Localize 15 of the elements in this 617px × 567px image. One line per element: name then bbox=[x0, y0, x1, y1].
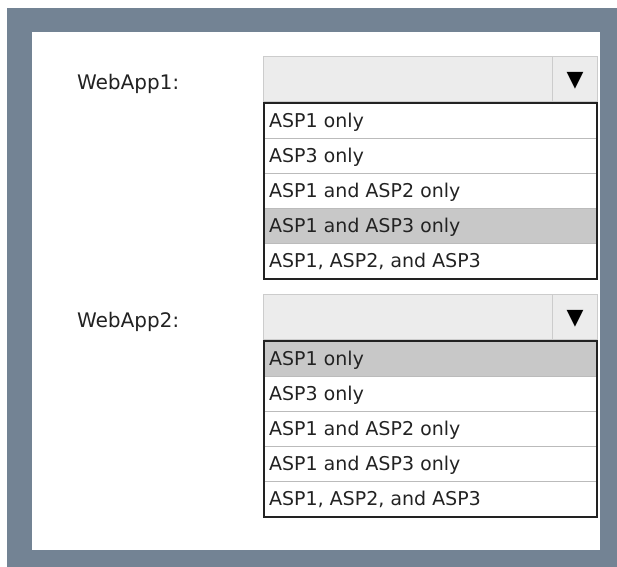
dropdown-arrow-button[interactable]: ▼ bbox=[552, 57, 597, 101]
dropdown-option[interactable]: ASP3 only bbox=[265, 377, 596, 412]
dropdown-field[interactable]: ▼ bbox=[263, 294, 598, 340]
dropdown-option[interactable]: ASP1 and ASP3 only bbox=[265, 209, 596, 244]
dropdown-option[interactable]: ASP1 only bbox=[265, 342, 596, 377]
dropdown-option[interactable]: ASP1 only bbox=[265, 104, 596, 139]
dropdown-field[interactable]: ▼ bbox=[263, 56, 598, 102]
dropdown-option[interactable]: ASP1, ASP2, and ASP3 bbox=[265, 482, 596, 516]
dropdown-arrow-button[interactable]: ▼ bbox=[552, 295, 597, 339]
dropdown-option[interactable]: ASP1 and ASP2 only bbox=[265, 412, 596, 447]
dropdown-option[interactable]: ASP1 and ASP3 only bbox=[265, 447, 596, 482]
dropdown-label: WebApp2: bbox=[77, 307, 180, 332]
dropdown-option[interactable]: ASP1, ASP2, and ASP3 bbox=[265, 244, 596, 278]
dropdown-label: WebApp1: bbox=[77, 69, 180, 94]
dropdown-option[interactable]: ASP3 only bbox=[265, 139, 596, 174]
